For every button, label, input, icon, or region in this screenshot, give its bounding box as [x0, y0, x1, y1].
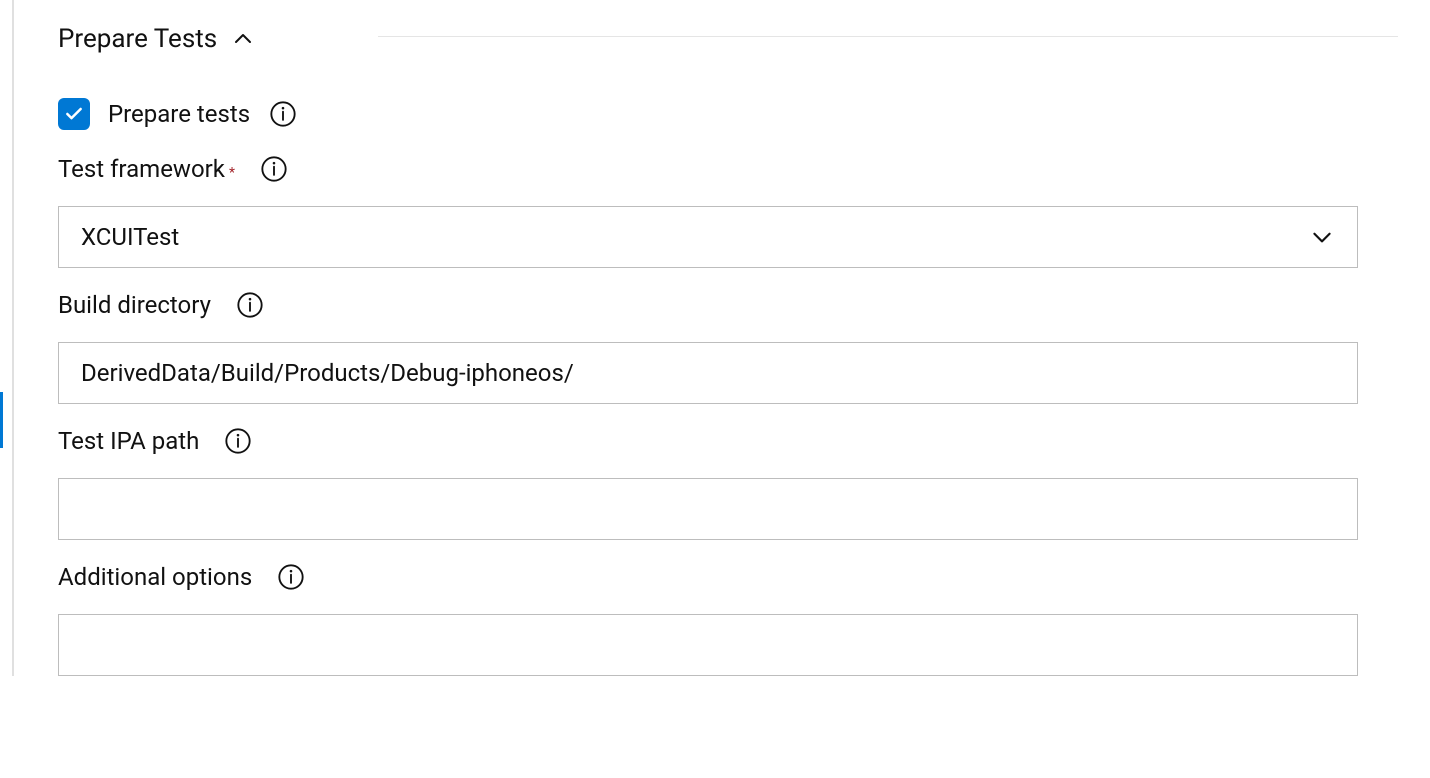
build-directory-label: Build directory: [58, 291, 211, 319]
chevron-down-icon: [1309, 224, 1335, 250]
check-icon: [64, 104, 84, 124]
additional-options-input[interactable]: [58, 614, 1358, 676]
chevron-up-icon[interactable]: [231, 27, 255, 51]
prepare-tests-checkbox[interactable]: [58, 98, 90, 130]
info-icon[interactable]: [235, 290, 265, 320]
info-icon[interactable]: [276, 562, 306, 592]
left-divider: [12, 0, 14, 676]
test-framework-select[interactable]: XCUITest: [58, 206, 1358, 268]
section-divider: [378, 36, 1398, 37]
test-ipa-path-input[interactable]: [58, 478, 1358, 540]
prepare-tests-label: Prepare tests: [108, 100, 250, 128]
section-title: Prepare Tests: [58, 24, 217, 54]
build-directory-input[interactable]: [58, 342, 1358, 404]
required-asterisk: *: [229, 165, 235, 181]
test-framework-value: XCUITest: [81, 223, 179, 251]
additional-options-label: Additional options: [58, 563, 252, 591]
info-icon[interactable]: [268, 99, 298, 129]
test-ipa-path-label: Test IPA path: [58, 427, 199, 455]
test-framework-label: Test framework*: [58, 155, 235, 183]
section-header[interactable]: Prepare Tests: [58, 0, 1398, 68]
info-icon[interactable]: [223, 426, 253, 456]
info-icon[interactable]: [259, 154, 289, 184]
